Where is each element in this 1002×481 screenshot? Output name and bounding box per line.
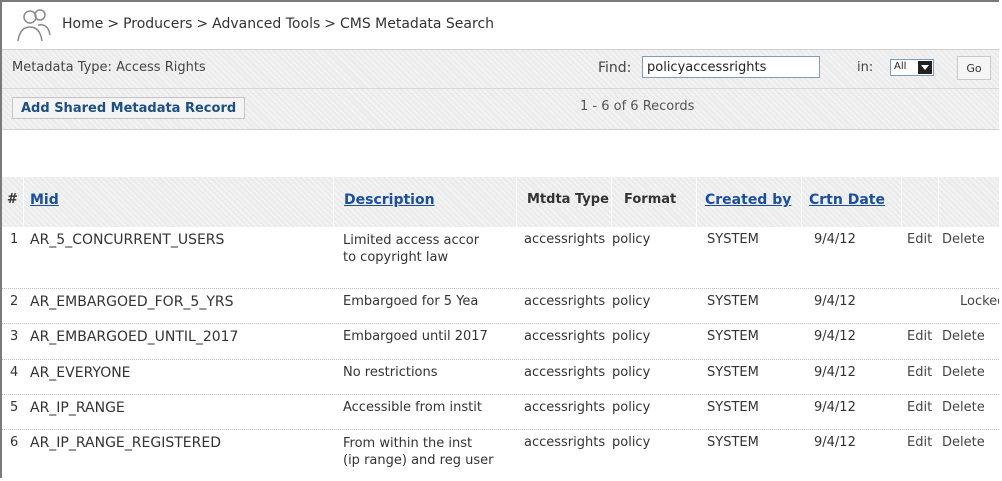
table-row: 2 AR_EMBARGOED_FOR_5_YRS Embargoed for 5…: [2, 289, 999, 324]
row-date: 9/4/12: [814, 294, 856, 309]
delete-link[interactable]: Delete: [942, 400, 985, 415]
row-metadata-type: accessrights: [524, 365, 606, 380]
table-row: 3 AR_EMBARGOED_UNTIL_2017 Embargoed unti…: [2, 324, 999, 360]
search-scope-value: All: [894, 61, 907, 72]
column-header-created-by[interactable]: Created by: [697, 177, 802, 227]
row-created-by: SYSTEM: [707, 232, 759, 247]
breadcrumb-current-page: CMS Metadata Search: [339, 16, 495, 32]
table-header: # Mid Description Mtdta Type Format Crea…: [2, 177, 999, 227]
row-description: Embargoed until 2017: [343, 329, 488, 344]
action-bar: Add Shared Metadata Record 1 - 6 of 6 Re…: [2, 89, 999, 130]
filter-bar: Metadata Type: Access Rights Find: in: A…: [2, 50, 999, 89]
row-description: Limited access accor to copyright law: [343, 233, 480, 265]
table-row: 4 AR_EVERYONE No restrictions accessrigh…: [2, 360, 999, 395]
row-mid: AR_EVERYONE: [30, 365, 131, 381]
find-label: Find:: [598, 60, 632, 76]
row-created-by: SYSTEM: [707, 435, 759, 450]
edit-link[interactable]: Edit: [907, 400, 932, 415]
breadcrumb-separator: >: [196, 16, 209, 32]
row-number: 4: [10, 365, 19, 380]
records-count: 1 - 6 of 6 Records: [580, 99, 695, 114]
column-header-format: Format: [612, 177, 697, 227]
go-button[interactable]: Go: [957, 56, 991, 80]
column-header-mtdta-type: Mtdta Type: [517, 177, 612, 227]
column-header-crtn-date[interactable]: Crtn Date: [802, 177, 902, 227]
in-label: in:: [857, 60, 874, 75]
row-number: 5: [10, 400, 19, 415]
edit-link[interactable]: Edit: [907, 365, 932, 380]
row-mid: AR_EMBARGOED_FOR_5_YRS: [30, 294, 234, 310]
row-number: 3: [10, 329, 19, 344]
delete-link[interactable]: Delete: [942, 232, 985, 247]
table-row: 5 AR_IP_RANGE Accessible from instit acc…: [2, 395, 999, 430]
breadcrumb-separator: >: [324, 16, 336, 32]
search-scope-select[interactable]: All: [890, 59, 934, 76]
row-format: policy: [612, 329, 651, 344]
row-date: 9/4/12: [814, 232, 856, 247]
row-date: 9/4/12: [814, 365, 856, 380]
row-date: 9/4/12: [814, 435, 856, 450]
row-description: No restrictions: [343, 365, 438, 380]
users-icon: [17, 9, 51, 42]
row-metadata-type: accessrights: [524, 329, 606, 344]
delete-link[interactable]: Delete: [942, 365, 985, 380]
find-input[interactable]: [642, 56, 820, 78]
chevron-down-icon[interactable]: [918, 61, 932, 74]
locked-status: Locked: [960, 294, 999, 309]
row-format: policy: [612, 294, 651, 309]
row-format: policy: [612, 435, 651, 450]
row-mid: AR_5_CONCURRENT_USERS: [30, 232, 225, 248]
row-description: From within the inst (ip range) and reg u…: [343, 436, 494, 468]
table-row: 1 AR_5_CONCURRENT_USERS Limited access a…: [2, 227, 999, 289]
row-mid: AR_EMBARGOED_UNTIL_2017: [30, 329, 239, 345]
row-date: 9/4/12: [814, 400, 856, 415]
metadata-type-label: Metadata Type: Access Rights: [12, 60, 206, 75]
row-created-by: SYSTEM: [707, 400, 759, 415]
row-date: 9/4/12: [814, 329, 856, 344]
row-format: policy: [612, 400, 651, 415]
breadcrumb-producers[interactable]: Producers: [123, 16, 192, 32]
column-header-mid[interactable]: Mid: [24, 177, 334, 227]
column-header-description[interactable]: Description: [334, 177, 517, 227]
column-header-num: #: [2, 177, 24, 227]
column-header-edit: [902, 177, 939, 227]
breadcrumb-advanced-tools[interactable]: Advanced Tools: [212, 16, 320, 32]
table-row: 6 AR_IP_RANGE_REGISTERED From within the…: [2, 430, 999, 478]
row-description: Embargoed for 5 Yea: [343, 294, 479, 309]
row-metadata-type: accessrights: [524, 232, 606, 247]
edit-link[interactable]: Edit: [907, 329, 932, 344]
add-shared-metadata-button[interactable]: Add Shared Metadata Record: [12, 97, 246, 119]
row-number: 2: [10, 294, 19, 309]
row-created-by: SYSTEM: [707, 329, 759, 344]
edit-link[interactable]: Edit: [907, 435, 932, 450]
row-metadata-type: accessrights: [524, 435, 606, 450]
breadcrumb-separator: >: [107, 16, 120, 32]
row-number: 6: [10, 435, 19, 450]
row-mid: AR_IP_RANGE_REGISTERED: [30, 435, 221, 451]
breadcrumb: Home > Producers > Advanced Tools > CMS Metada…: [62, 16, 494, 32]
edit-link[interactable]: Edit: [907, 232, 932, 247]
header-bar: Home > Producers > Advanced Tools > CMS Metada…: [2, 2, 999, 50]
row-created-by: SYSTEM: [707, 365, 759, 380]
delete-link[interactable]: Delete: [942, 435, 985, 450]
row-number: 1: [10, 232, 19, 247]
row-mid: AR_IP_RANGE: [30, 400, 125, 416]
column-header-delete: [939, 177, 999, 227]
breadcrumb-home[interactable]: Home: [62, 16, 103, 32]
delete-link[interactable]: Delete: [942, 329, 985, 344]
row-description: Accessible from instit: [343, 400, 482, 415]
row-format: policy: [612, 365, 651, 380]
row-format: policy: [612, 232, 651, 247]
row-metadata-type: accessrights: [524, 294, 606, 309]
row-created-by: SYSTEM: [707, 294, 759, 309]
app-frame: Home > Producers > Advanced Tools > CMS Metada…: [0, 0, 999, 478]
row-metadata-type: accessrights: [524, 400, 606, 415]
